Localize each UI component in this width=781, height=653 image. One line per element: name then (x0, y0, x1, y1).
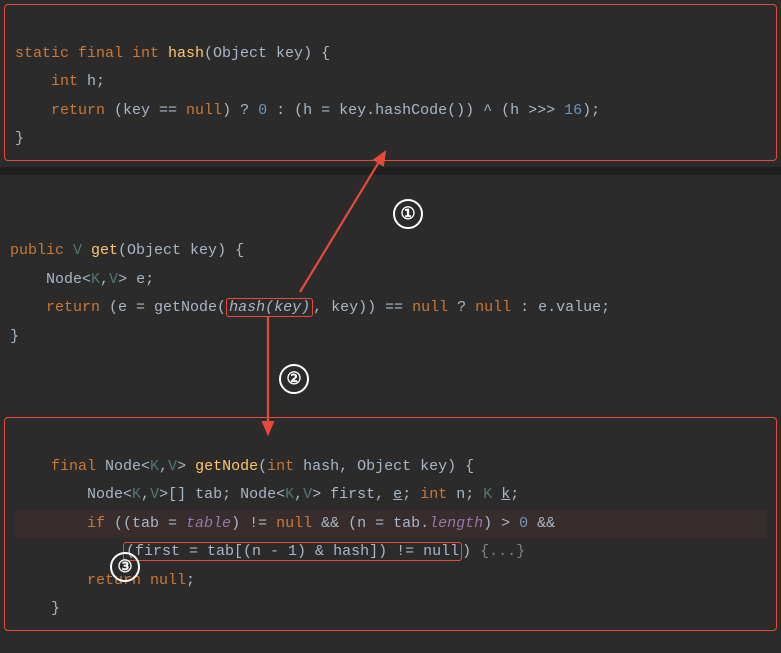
t: hash, Object key) { (303, 458, 474, 475)
t: : e.value; (511, 299, 610, 316)
t: 0 (519, 515, 528, 532)
t: } (15, 130, 24, 147)
t: return (15, 102, 114, 119)
t: K (285, 486, 294, 503)
code-block-hash: static final int hash(Object key) { int … (4, 4, 777, 161)
t: e (393, 486, 402, 503)
t: (Object key) { (118, 242, 244, 259)
t: null (276, 515, 312, 532)
highlight-index-expr: (first = tab[(n - 1) & hash]) != null (123, 542, 462, 561)
t: ) (462, 543, 480, 560)
t: V (303, 486, 312, 503)
annotation-circle-2: ② (279, 364, 309, 394)
t: (Object key) { (204, 45, 330, 62)
t: int (420, 486, 456, 503)
t: && (n = tab. (312, 515, 429, 532)
code-block-get: public V get(Object key) { Node<K,V> e; … (0, 181, 781, 358)
t: Node< (15, 486, 132, 503)
t: 0 (258, 102, 267, 119)
t: V (150, 486, 159, 503)
t: , (141, 486, 150, 503)
highlight-hash-call: hash(key) (226, 298, 313, 317)
t: static final int (15, 45, 168, 62)
t: k (501, 486, 510, 503)
t: final (15, 458, 105, 475)
t: (e = getNode( (109, 299, 226, 316)
t: , (159, 458, 168, 475)
t: table (186, 515, 231, 532)
t (15, 543, 123, 560)
t: (first = tab[(n - 1) & hash]) != null (126, 543, 459, 560)
t: , (100, 271, 109, 288)
t: > e; (118, 271, 154, 288)
t: V (168, 458, 177, 475)
t: null (186, 102, 222, 119)
t: , key)) == (313, 299, 412, 316)
t: length (429, 515, 483, 532)
t: return null (15, 572, 186, 589)
t: ? (448, 299, 475, 316)
t: V (73, 242, 91, 259)
t: , (294, 486, 303, 503)
t: > (177, 458, 195, 475)
t: V (109, 271, 118, 288)
t: ) ? (222, 102, 258, 119)
t: return (10, 299, 109, 316)
t: >[] tab; Node< (159, 486, 285, 503)
t: ); (582, 102, 600, 119)
divider (0, 167, 781, 175)
t: if (15, 515, 114, 532)
t: } (15, 600, 60, 617)
method-name: get (91, 242, 118, 259)
code-block-getnode: final Node<K,V> getNode(int hash, Object… (4, 417, 777, 631)
t: K (91, 271, 100, 288)
t: ( (258, 458, 267, 475)
t: h; (87, 73, 105, 90)
t: ; (510, 486, 519, 503)
t: ; (186, 572, 195, 589)
t: ; (402, 486, 420, 503)
t: K (150, 458, 159, 475)
t: null (475, 299, 511, 316)
t: int (15, 73, 87, 90)
t: Node< (10, 271, 91, 288)
t: ((tab = (114, 515, 186, 532)
t: (key == (114, 102, 186, 119)
t: && (528, 515, 555, 532)
t: K (132, 486, 141, 503)
code-fold[interactable]: {...} (480, 543, 525, 560)
t: Node< (105, 458, 150, 475)
t: > first, (312, 486, 393, 503)
t: ) > (483, 515, 519, 532)
t: null (412, 299, 448, 316)
t: } (10, 328, 19, 345)
method-name: hash (168, 45, 204, 62)
t: ) != (231, 515, 276, 532)
method-name: getNode (195, 458, 258, 475)
t: public (10, 242, 73, 259)
annotation-circle-3: ③ (110, 552, 140, 582)
annotation-circle-1: ① (393, 199, 423, 229)
t: : (h = key.hashCode()) ^ (h >>> (267, 102, 564, 119)
t: K (483, 486, 501, 503)
t: 16 (564, 102, 582, 119)
t: n; (456, 486, 483, 503)
t: int (267, 458, 303, 475)
